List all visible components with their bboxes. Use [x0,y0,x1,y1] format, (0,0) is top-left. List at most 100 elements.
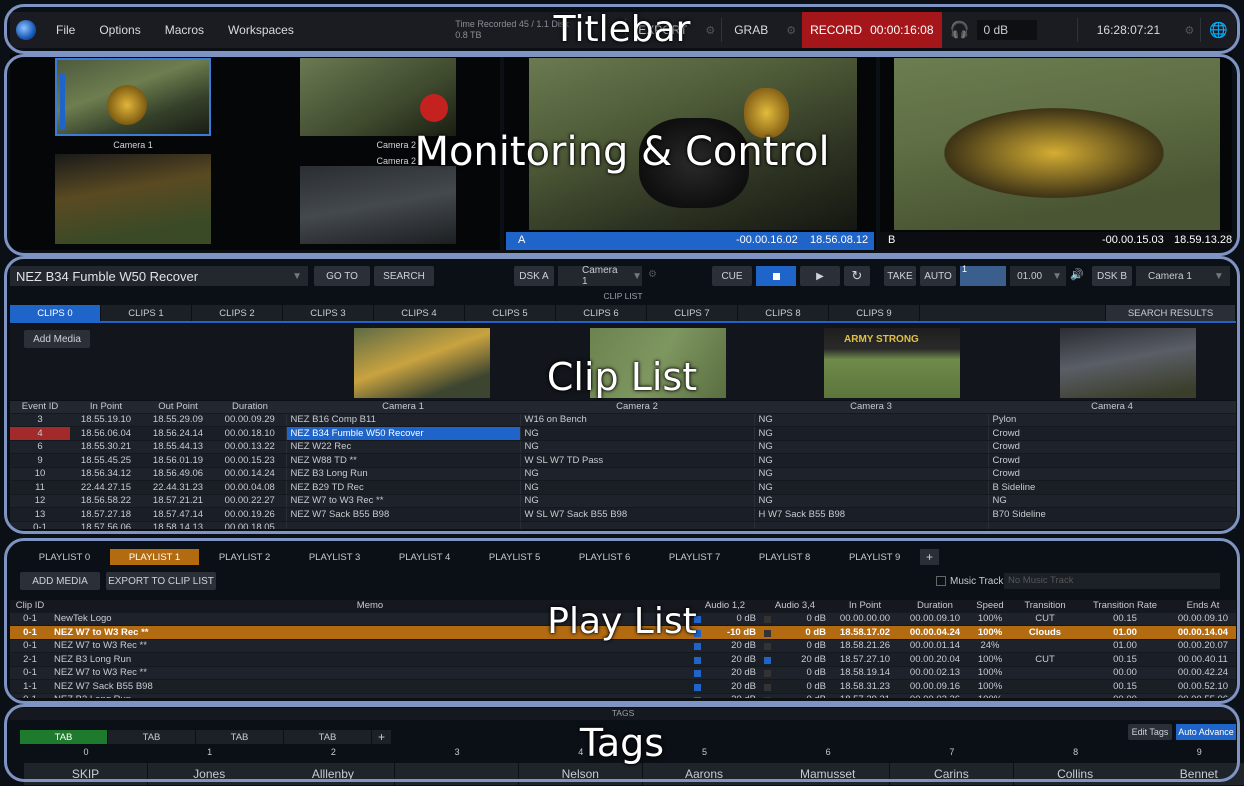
speed-select[interactable]: 01.00 ▼ [1010,266,1066,286]
playlist-cell: 20 dB [690,652,760,667]
add-playlist-tab-button[interactable]: + [920,549,940,565]
dsk-a-button[interactable]: DSK A [514,266,554,286]
clips-tab-1[interactable]: CLIPS 1 [101,305,192,321]
tag-button-0[interactable]: SKIP [24,763,148,785]
audio-mute-checkbox[interactable] [764,643,771,651]
cliplist-row[interactable]: 10 18.56.34.12 18.56.49.06 00.00.14.24 NEZ B… [10,467,1236,481]
audio-mute-checkbox[interactable] [694,670,701,678]
playlist-tab-9[interactable]: PLAYLIST 9 [830,549,921,565]
auto-button[interactable]: AUTO [920,266,956,286]
search-button[interactable]: SEARCH [374,266,434,286]
t-bar-slider[interactable]: 1 [960,264,1006,286]
playlist-cell[interactable]: NEZ W7 to W3 Rec ** [50,666,690,680]
playlist-tab-2[interactable]: PLAYLIST 2 [200,549,291,565]
clips-tab-8[interactable]: CLIPS 8 [738,305,829,321]
playlist-cell[interactable]: NEZ B3 Long Run [50,652,690,667]
dsk-b-button[interactable]: DSK B [1092,266,1132,286]
playlist-row[interactable]: 0-1 NEZ W7 to W3 Rec ** 20 dB 0 dB 18.58.19.… [10,666,1236,680]
music-track-select[interactable]: No Music Track [1004,573,1220,589]
audio-mute-checkbox[interactable] [694,683,701,691]
playlist-cell: 24% [970,639,1010,653]
cliplist-cell: NG [519,426,754,441]
clips-tab-3[interactable]: CLIPS 3 [283,305,374,321]
playlist-tab-1[interactable]: PLAYLIST 1 [110,549,201,565]
audio-mute-checkbox[interactable] [764,683,771,691]
goto-button[interactable]: GO TO [314,266,370,286]
search-results-tab[interactable]: SEARCH RESULTS [1106,305,1236,321]
cliplist-row[interactable]: 6 18.55.30.21 18.55.44.13 00.00.13.22 NEZ W2… [10,440,1236,454]
playlist-tab-7[interactable]: PLAYLIST 7 [650,549,741,565]
audio-mute-checkbox[interactable] [764,670,771,678]
cliplist-row[interactable]: 0-1 18.57.56.06 18.58.14.13 00.00.18.05 [10,521,1236,529]
cliplist-row[interactable]: 4 18.56.06.04 18.56.24.14 00.00.18.10 NEZ B3… [10,426,1236,441]
camera-2-feed[interactable] [300,58,456,136]
audio-mute-checkbox[interactable] [694,643,701,651]
dsk-a-gear-icon[interactable]: ⚙ [648,269,657,280]
clips-tab-6[interactable]: CLIPS 6 [556,305,647,321]
playlist-row[interactable]: 0-1 NEZ B3 Long Run 20 dB 0 dB 18.57.29.21 00… [10,693,1236,698]
tag-button-6[interactable]: Mamusset [766,763,891,785]
cliplist-row[interactable]: 3 18.55.19.10 18.55.29.09 00.00.09.29 NEZ B1… [10,413,1236,427]
tag-button-3[interactable] [395,763,520,785]
dsk-a-source-select[interactable]: Camera 1 ▼ [558,265,642,287]
tag-button-5[interactable]: Aarons [642,763,767,785]
cliplist-header-cell[interactable]: Camera 2 [520,401,754,414]
cue-button[interactable]: CUE [712,266,752,286]
cliplist-header-cell[interactable]: Camera 4 [988,401,1236,414]
cliplist-header-cell[interactable]: Duration [214,401,286,414]
cliplist-row[interactable]: 13 18.57.27.18 18.57.47.14 00.00.19.26 NEZ W… [10,507,1236,522]
playlist-cell[interactable]: NEZ B3 Long Run [50,693,690,698]
clips-tab-7[interactable]: CLIPS 7 [647,305,738,321]
cliplist-header-cell[interactable]: In Point [70,401,142,414]
audio-mute-checkbox[interactable] [764,656,771,664]
clips-tab-5[interactable]: CLIPS 5 [465,305,556,321]
playlist-tab-5[interactable]: PLAYLIST 5 [470,549,561,565]
tag-button-9[interactable]: Bennet [1137,763,1244,785]
tag-button-1[interactable]: Jones [147,763,272,785]
playlist-cell: 00.00.52.10 [1170,679,1236,694]
playlist-cell[interactable]: NEZ W7 Sack B55 B98 [50,679,690,694]
clips-tab-2[interactable]: CLIPS 2 [192,305,283,321]
cliplist-row[interactable]: 11 22.44.27.15 22.44.31.23 00.00.04.08 NEZ B… [10,480,1236,495]
audio-mute-checkbox[interactable] [764,697,771,698]
cliplist-header-cell[interactable]: Camera 3 [754,401,988,414]
music-track-checkbox[interactable] [936,576,946,586]
playlist-tab-0[interactable]: PLAYLIST 0 [20,549,111,565]
stop-button[interactable] [756,266,796,286]
tag-button-4[interactable]: Nelson [518,763,643,785]
playlist-tab-3[interactable]: PLAYLIST 3 [290,549,381,565]
playlist-cell: 00.00.02.13 [900,666,970,680]
dsk-b-source-select[interactable]: Camera 1 ▼ [1136,266,1230,286]
export-to-clip-list-button[interactable]: EXPORT TO CLIP LIST [106,572,216,590]
tag-button-8[interactable]: Collins [1013,763,1138,785]
playlist-tab-8[interactable]: PLAYLIST 8 [740,549,831,565]
clip-name-dropdown[interactable]: NEZ B34 Fumble W50 Recover ▼ [10,266,308,286]
loop-button[interactable]: ↻ [844,266,870,286]
clips-tab-0[interactable]: CLIPS 0 [10,305,101,321]
cliplist-cell: 18.57.21.21 [142,494,214,508]
clips-tab-4[interactable]: CLIPS 4 [374,305,465,321]
playlist-cell: 100% [970,693,1010,698]
playlist-row[interactable]: 1-1 NEZ W7 Sack B55 B98 20 dB 0 dB 18.58.31.… [10,679,1236,694]
clips-tab-9[interactable]: CLIPS 9 [829,305,920,321]
audio-mute-checkbox[interactable] [694,697,701,698]
cliplist-header-cell[interactable]: Out Point [142,401,214,414]
take-button[interactable]: TAKE [884,266,916,286]
speaker-icon[interactable]: 🔊 [1070,268,1084,281]
playlist-tab-4[interactable]: PLAYLIST 4 [380,549,471,565]
playlist-tab-6[interactable]: PLAYLIST 6 [560,549,651,565]
camera-1-feed[interactable] [55,58,211,136]
playlist-add-media-button[interactable]: ADD MEDIA [20,572,100,590]
playlist-cell-text: 18.57.29.21 [840,694,890,698]
playlist-row[interactable]: 2-1 NEZ B3 Long Run 20 dB 20 dB 18.57.27.10 0… [10,652,1236,667]
tag-button-7[interactable]: Carins [889,763,1014,785]
audio-mute-checkbox[interactable] [694,656,701,664]
cliplist-row[interactable]: 9 18.55.45.25 18.56.01.19 00.00.15.23 NEZ W8… [10,453,1236,468]
camera-4-feed[interactable] [300,166,456,244]
add-media-button[interactable]: Add Media [24,330,90,348]
cliplist-row[interactable]: 12 18.56.58.22 18.57.21.21 00.00.22.27 NEZ W… [10,494,1236,508]
tag-button-2[interactable]: Alllenby [271,763,396,785]
cliplist-header-cell[interactable]: Camera 1 [286,401,520,414]
play-button[interactable]: ▶ [800,266,840,286]
cliplist-header-cell[interactable]: Event ID [10,401,70,414]
